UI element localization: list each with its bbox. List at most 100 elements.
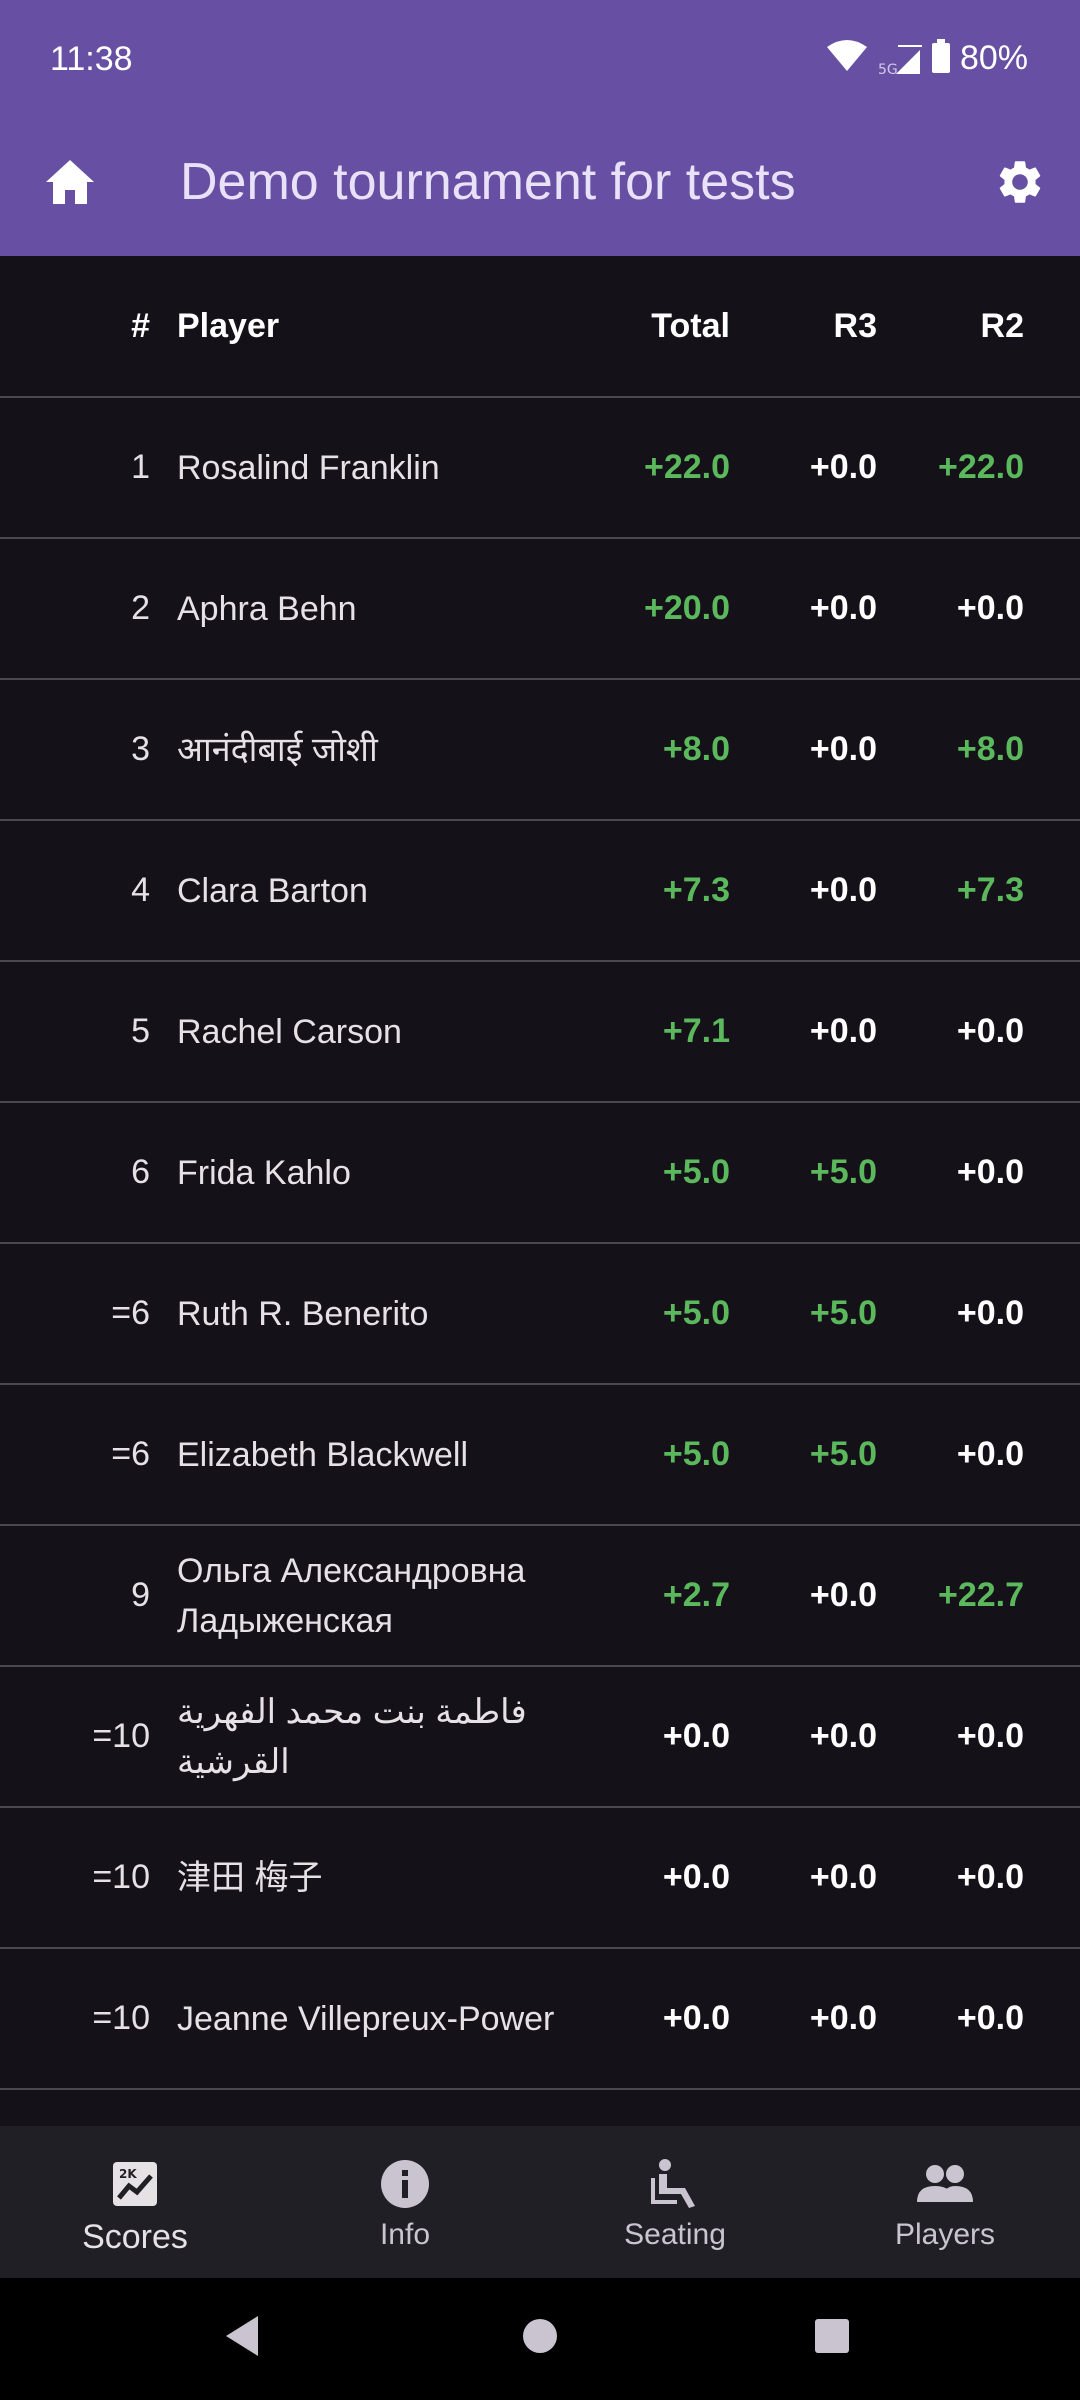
table-row[interactable]: 1 Rosalind Franklin +22.0 +0.0 +22.0	[0, 398, 1080, 539]
table-row[interactable]: =10 فاطمة بنت محمد الفهرية القرشية +0.0 +0.…	[0, 1667, 1080, 1808]
row-player-name: Clara Barton	[177, 871, 368, 910]
header-rank[interactable]: #	[0, 256, 150, 396]
home-icon	[44, 158, 96, 210]
row-r2: +0.0	[956, 1717, 1024, 1755]
row-r3: +5.0	[809, 1435, 877, 1473]
header-total[interactable]: Total	[600, 256, 730, 396]
row-r2: +0.0	[956, 1999, 1024, 2037]
row-r3: +5.0	[809, 1153, 877, 1191]
table-row[interactable]: =6 Elizabeth Blackwell +5.0 +5.0 +0.0	[0, 1385, 1080, 1526]
row-rank: 9	[131, 1576, 150, 1614]
table-header: # Player Total R3 R2	[0, 256, 1080, 398]
row-player-name: Jeanne Villepreux-Power	[177, 1999, 555, 2038]
row-total: +7.3	[662, 871, 730, 909]
row-player-name: आनंदीबाई जोशी	[177, 730, 378, 769]
home-button[interactable]	[38, 152, 102, 216]
table-row[interactable]: 5 Rachel Carson +7.1 +0.0 +0.0	[0, 962, 1080, 1103]
table-row[interactable]: 3 आनंदीबाई जोशी +8.0 +0.0 +8.0	[0, 680, 1080, 821]
row-total: +2.7	[662, 1576, 730, 1614]
row-r2: +0.0	[956, 1858, 1024, 1896]
row-total: +0.0	[662, 1717, 730, 1755]
row-r3: +0.0	[809, 1717, 877, 1755]
row-rank: 6	[131, 1153, 150, 1191]
recents-button[interactable]	[802, 2308, 862, 2368]
square-recents-icon	[813, 2317, 851, 2359]
battery-percent: 80%	[959, 38, 1028, 77]
back-button[interactable]	[212, 2308, 272, 2368]
row-rank: 1	[131, 448, 150, 486]
row-r2: +0.0	[956, 1435, 1024, 1473]
row-player-name: Ruth R. Benerito	[177, 1294, 429, 1333]
svg-text:2K: 2K	[119, 2167, 137, 2181]
table-row[interactable]: =10 津田 梅子 +0.0 +0.0 +0.0	[0, 1808, 1080, 1949]
row-r3: +0.0	[809, 448, 877, 486]
row-player-name: Frida Kahlo	[177, 1153, 351, 1192]
row-r2: +8.0	[956, 730, 1024, 768]
cell-signal-icon: 5G 5G	[878, 36, 922, 80]
row-r3: +0.0	[809, 1858, 877, 1896]
page-title: Demo tournament for tests	[180, 153, 796, 211]
app-bar: Demo tournament for tests	[0, 124, 1080, 256]
settings-button[interactable]	[988, 152, 1052, 216]
row-rank: 2	[131, 589, 150, 627]
status-time: 11:38	[50, 40, 133, 78]
row-total: +5.0	[662, 1294, 730, 1332]
header-r3[interactable]: R3	[740, 256, 877, 396]
table-row[interactable]: =10 Jeanne Villepreux-Power +0.0 +0.0 +0.0	[0, 1949, 1080, 2090]
row-rank: =10	[92, 1999, 150, 2037]
nav-info-label: Info	[379, 2218, 431, 2251]
row-r3: +5.0	[809, 1294, 877, 1332]
row-r2: +0.0	[956, 1153, 1024, 1191]
nav-players[interactable]: Players	[810, 2126, 1080, 2278]
row-total: +20.0	[643, 589, 730, 627]
status-icons: 5G 5G 80%	[826, 36, 1028, 80]
row-player-name: Rosalind Franklin	[177, 448, 440, 487]
row-total: +7.1	[662, 1012, 730, 1050]
row-rank: =10	[92, 1858, 150, 1896]
row-r2: +22.7	[937, 1576, 1024, 1614]
row-total: +0.0	[662, 1858, 730, 1896]
row-total: +5.0	[662, 1435, 730, 1473]
row-r3: +0.0	[809, 589, 877, 627]
row-player-name: Rachel Carson	[177, 1012, 402, 1051]
row-player-name: Ольга Александровна Ладыженская	[177, 1551, 526, 1640]
status-bar: 11:38 5G 5G 80%	[0, 0, 1080, 124]
circle-home-icon	[520, 2316, 560, 2360]
row-rank: 3	[131, 730, 150, 768]
table-row[interactable]: 4 Clara Barton +7.3 +0.0 +7.3	[0, 821, 1080, 962]
bottom-navigation: 2K Scores Info Seating Players	[0, 2126, 1080, 2278]
row-rank: =6	[111, 1435, 150, 1473]
table-row[interactable]: 2 Aphra Behn +20.0 +0.0 +0.0	[0, 539, 1080, 680]
table-row[interactable]: 9 Ольга Александровна Ладыженская +2.7 +0.0…	[0, 1526, 1080, 1667]
home-system-button[interactable]	[510, 2308, 570, 2368]
scores-table: # Player Total R3 R2 1 Rosalind Franklin +…	[0, 256, 1080, 2126]
header-player[interactable]: Player	[177, 256, 597, 396]
row-r2: +0.0	[956, 1294, 1024, 1332]
table-row[interactable]: 6 Frida Kahlo +5.0 +5.0 +0.0	[0, 1103, 1080, 1244]
scores-chart-icon: 2K	[107, 2156, 163, 2212]
people-icon	[917, 2156, 973, 2212]
row-r3: +0.0	[809, 730, 877, 768]
battery-icon	[931, 39, 950, 77]
row-rank: =10	[92, 1717, 150, 1755]
row-total: +0.0	[662, 1999, 730, 2037]
row-player-name: 津田 梅子	[177, 1858, 323, 1897]
seat-icon	[647, 2156, 703, 2212]
row-r2: +0.0	[956, 589, 1024, 627]
row-r2: +0.0	[956, 1012, 1024, 1050]
row-total: +8.0	[662, 730, 730, 768]
header-r2[interactable]: R2	[880, 256, 1024, 396]
back-icon	[222, 2314, 262, 2362]
table-row[interactable]: =6 Ruth R. Benerito +5.0 +5.0 +0.0	[0, 1244, 1080, 1385]
top-app-bar: 11:38 5G 5G 80% Demo tournament for test…	[0, 0, 1080, 256]
nav-scores-label: Scores	[82, 2218, 188, 2256]
nav-info[interactable]: Info	[270, 2126, 540, 2278]
nav-scores[interactable]: 2K Scores	[0, 2126, 270, 2278]
nav-seating[interactable]: Seating	[540, 2126, 810, 2278]
svg-text:5G: 5G	[878, 62, 898, 76]
nav-players-label: Players	[894, 2218, 996, 2251]
row-r3: +0.0	[809, 871, 877, 909]
row-player-name: Elizabeth Blackwell	[177, 1435, 469, 1474]
row-total: +5.0	[662, 1153, 730, 1191]
row-player-name: فاطمة بنت محمد الفهرية القرشية	[177, 1692, 527, 1781]
